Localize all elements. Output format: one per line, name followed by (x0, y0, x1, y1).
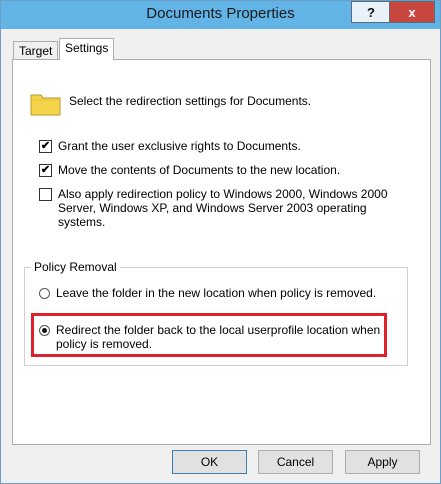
apply-button[interactable]: Apply (345, 450, 420, 474)
leave-folder-radio[interactable] (39, 288, 50, 299)
settings-panel: Select the redirection settings for Docu… (12, 59, 431, 445)
cancel-button[interactable]: Cancel (258, 450, 333, 474)
help-button[interactable]: ? (351, 1, 391, 23)
properties-dialog: Documents Properties ? x Target Settings… (0, 0, 441, 484)
title-bar[interactable]: Documents Properties ? x (1, 1, 440, 29)
exclusive-rights-label: Grant the user exclusive rights to Docum… (58, 139, 301, 153)
ok-button[interactable]: OK (172, 450, 247, 474)
legacy-os-checkbox[interactable] (39, 188, 52, 201)
move-contents-label: Move the contents of Documents to the ne… (58, 163, 341, 177)
close-button[interactable]: x (389, 1, 435, 23)
legacy-os-label-line2: Server, Windows XP, and Windows Server 2… (58, 201, 367, 215)
legacy-os-label-line1: Also apply redirection policy to Windows… (58, 187, 388, 201)
tab-target[interactable]: Target (13, 41, 59, 60)
move-contents-checkbox[interactable]: ✔ (39, 164, 52, 177)
tab-settings[interactable]: Settings (59, 38, 115, 60)
folder-icon (30, 94, 61, 116)
legacy-os-label-line3: systems. (58, 215, 106, 229)
policy-removal-legend: Policy Removal (31, 260, 120, 274)
exclusive-rights-checkbox[interactable]: ✔ (39, 140, 52, 153)
intro-text: Select the redirection settings for Docu… (69, 94, 312, 108)
highlight-box (31, 313, 387, 357)
leave-folder-label: Leave the folder in the new location whe… (56, 286, 377, 300)
